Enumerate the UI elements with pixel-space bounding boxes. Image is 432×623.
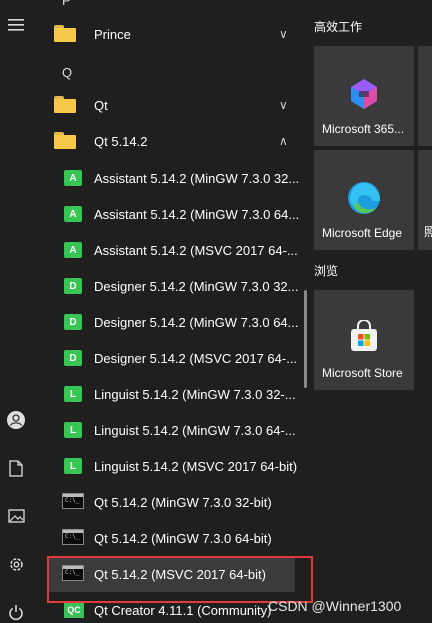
assistant-app-icon: A (64, 242, 82, 258)
tile-partial-photos[interactable]: 照 (418, 150, 432, 250)
linguist-app-icon: L (64, 458, 82, 474)
designer-app-icon: D (64, 278, 82, 294)
assistant-app-icon: A (64, 206, 82, 222)
qt-creator-app-icon: QC (64, 602, 84, 618)
red-highlight-box (47, 556, 313, 603)
folder-icon (54, 132, 76, 150)
tile-microsoft-edge[interactable]: Microsoft Edge (314, 150, 414, 250)
linguist-app-icon: L (64, 422, 82, 438)
app-item-linguist-msvc[interactable]: L Linguist 5.14.2 (MSVC 2017 64-bit) (48, 448, 298, 484)
letter-header-q[interactable]: Q (62, 65, 72, 80)
app-folder-qt[interactable]: Qt ∨ (48, 87, 298, 123)
tile-partial-top[interactable] (418, 46, 432, 146)
app-label: Designer 5.14.2 (MinGW 7.3.0 32... (94, 278, 299, 294)
app-label: Designer 5.14.2 (MSVC 2017 64-... (94, 350, 298, 366)
settings-gear-icon[interactable] (6, 554, 26, 574)
microsoft-edge-icon (346, 180, 382, 216)
app-label: Linguist 5.14.2 (MSVC 2017 64-bit) (94, 458, 298, 474)
chevron-down-icon: ∨ (279, 27, 288, 41)
tile-group-title-browse[interactable]: 浏览 (314, 262, 338, 279)
tile-label: 照 (424, 225, 432, 239)
app-label: Qt Creator 4.11.1 (Community) (94, 602, 272, 618)
chevron-up-icon: ∧ (279, 134, 288, 148)
app-item-qt-console-mingw64[interactable]: Qt 5.14.2 (MinGW 7.3.0 64-bit) (48, 520, 298, 556)
pictures-icon[interactable] (6, 506, 26, 526)
app-label: Qt 5.14.2 (MinGW 7.3.0 64-bit) (94, 530, 272, 546)
watermark-text: CSDN @Winner1300 (268, 598, 402, 614)
app-label: Linguist 5.14.2 (MinGW 7.3.0 64-... (94, 422, 296, 438)
hamburger-menu-icon[interactable] (6, 15, 26, 35)
app-list: P Prince ∨ Q Qt ∨ Qt 5.14.2 ∧ A Assistan… (48, 0, 302, 623)
microsoft-store-icon (346, 319, 382, 356)
app-item-assistant-mingw64[interactable]: A Assistant 5.14.2 (MinGW 7.3.0 64... (48, 196, 300, 232)
tile-microsoft-365[interactable]: Microsoft 365... (314, 46, 414, 146)
app-item-qt-console-mingw32[interactable]: Qt 5.14.2 (MinGW 7.3.0 32-bit) (48, 484, 298, 520)
app-label: Assistant 5.14.2 (MinGW 7.3.0 64... (94, 206, 300, 222)
document-icon[interactable] (6, 458, 26, 478)
tile-label: Microsoft Store (322, 366, 403, 380)
console-app-icon (62, 493, 84, 509)
app-label: Prince (94, 26, 131, 42)
chevron-down-icon: ∨ (279, 98, 288, 112)
power-icon[interactable] (6, 602, 26, 622)
app-item-linguist-mingw64[interactable]: L Linguist 5.14.2 (MinGW 7.3.0 64-... (48, 412, 298, 448)
designer-app-icon: D (64, 350, 82, 366)
app-item-designer-msvc[interactable]: D Designer 5.14.2 (MSVC 2017 64-... (48, 340, 298, 376)
console-app-icon (62, 529, 84, 545)
app-label: Qt 5.14.2 (MinGW 7.3.0 32-bit) (94, 494, 272, 510)
tile-label: Microsoft Edge (322, 226, 403, 240)
tile-group-title-productivity[interactable]: 高效工作 (314, 18, 362, 35)
app-label: Designer 5.14.2 (MinGW 7.3.0 64... (94, 314, 299, 330)
tile-microsoft-store[interactable]: Microsoft Store (314, 290, 414, 390)
linguist-app-icon: L (64, 386, 82, 402)
app-folder-prince[interactable]: Prince ∨ (48, 16, 298, 52)
folder-icon (54, 25, 76, 43)
folder-icon (54, 96, 76, 114)
assistant-app-icon: A (64, 170, 82, 186)
scrollbar[interactable] (304, 290, 307, 388)
app-item-assistant-mingw32[interactable]: A Assistant 5.14.2 (MinGW 7.3.0 32... (48, 160, 300, 196)
app-item-designer-mingw64[interactable]: D Designer 5.14.2 (MinGW 7.3.0 64... (48, 304, 298, 340)
app-label: Qt (94, 97, 108, 113)
app-label: Assistant 5.14.2 (MSVC 2017 64-... (94, 242, 298, 258)
app-label: Assistant 5.14.2 (MinGW 7.3.0 32... (94, 170, 300, 186)
app-item-designer-mingw32[interactable]: D Designer 5.14.2 (MinGW 7.3.0 32... (48, 268, 298, 304)
letter-header-p[interactable]: P (62, 0, 71, 8)
tile-label: Microsoft 365... (322, 122, 405, 136)
app-folder-qt-5-14-2[interactable]: Qt 5.14.2 ∧ (48, 123, 298, 159)
microsoft-365-icon (346, 76, 382, 112)
user-icon[interactable] (6, 410, 26, 430)
app-label: Linguist 5.14.2 (MinGW 7.3.0 32-... (94, 386, 296, 402)
left-rail (0, 0, 32, 623)
app-item-linguist-mingw32[interactable]: L Linguist 5.14.2 (MinGW 7.3.0 32-... (48, 376, 298, 412)
designer-app-icon: D (64, 314, 82, 330)
app-label: Qt 5.14.2 (94, 133, 148, 149)
app-item-assistant-msvc[interactable]: A Assistant 5.14.2 (MSVC 2017 64-... (48, 232, 298, 268)
